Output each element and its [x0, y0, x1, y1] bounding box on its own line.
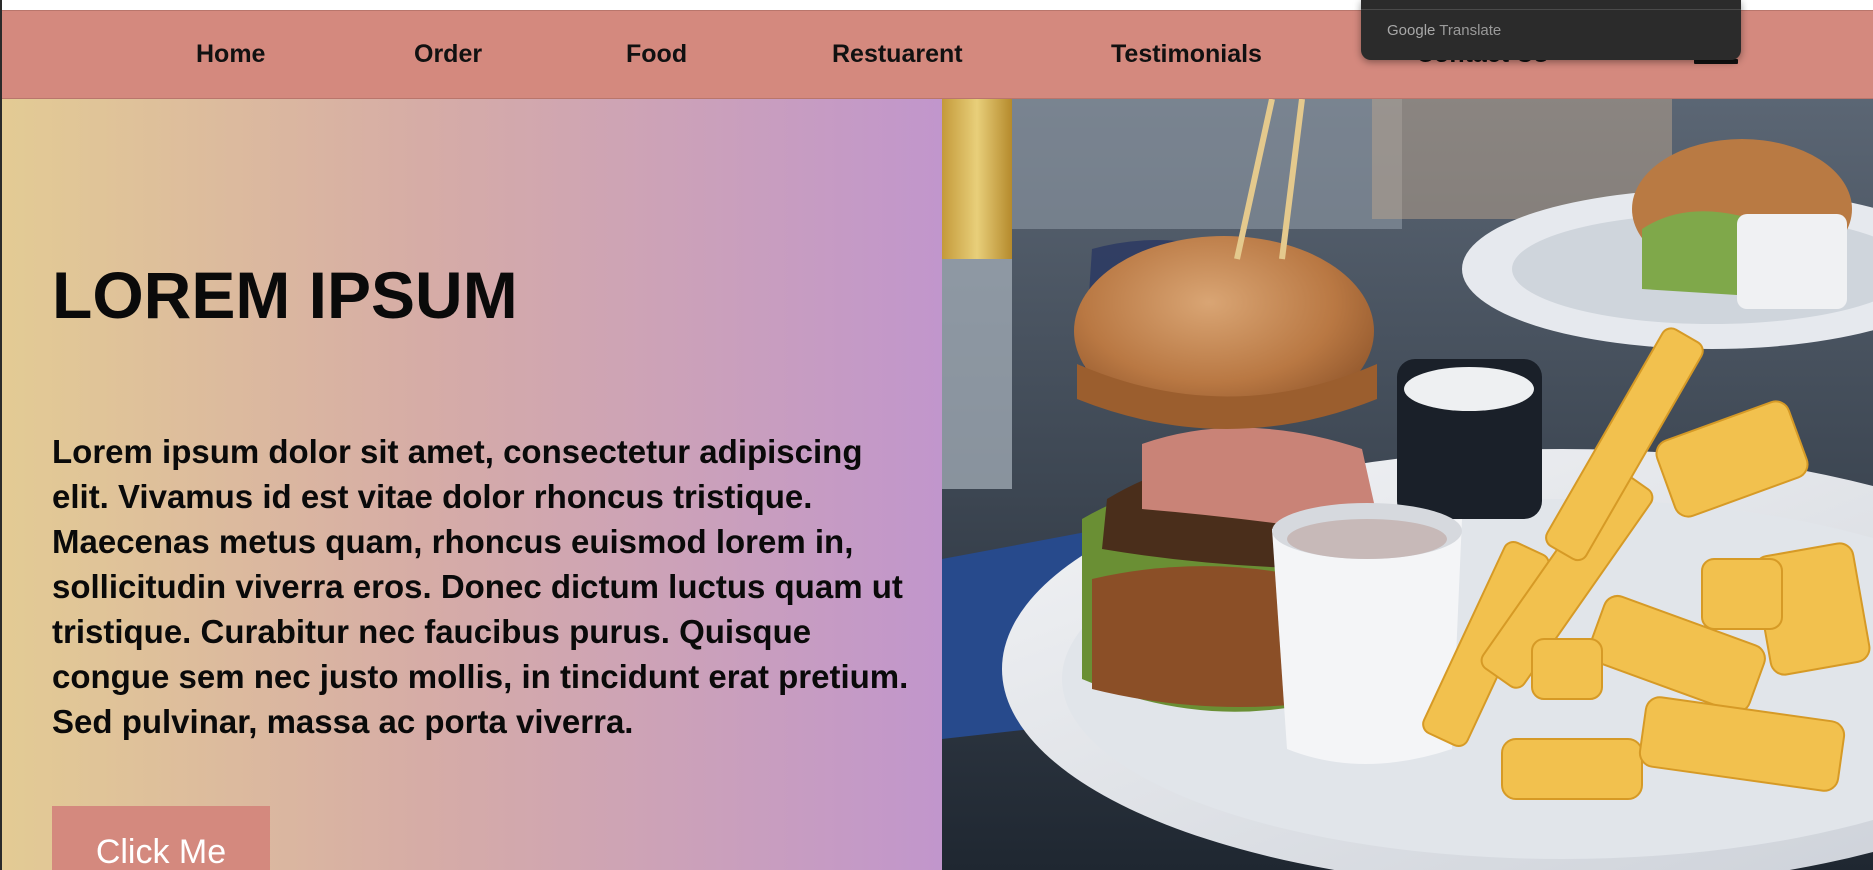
hero-title: LOREM IPSUM [52, 258, 518, 333]
food-photo-illustration [942, 99, 1873, 870]
translate-product-text: Translate [1439, 22, 1502, 39]
burger-and-fries-photo [942, 99, 1873, 870]
google-translate-popup: Google Translate [1361, 0, 1741, 60]
page: Home Order Food Restuarent Testimonials … [0, 0, 1873, 870]
popup-divider [1361, 9, 1741, 10]
google-brand-text: Google [1387, 22, 1436, 39]
nav-link-home[interactable]: Home [196, 39, 265, 69]
nav-link-order[interactable]: Order [414, 39, 482, 69]
hero-body-text: Lorem ipsum dolor sit amet, consectetur … [52, 433, 909, 740]
click-me-button[interactable]: Click Me [52, 806, 270, 870]
google-translate-link[interactable]: Google Translate [1387, 22, 1501, 39]
nav-link-food[interactable]: Food [626, 39, 687, 69]
nav-link-restaurant[interactable]: Restuarent [832, 39, 963, 69]
nav-link-testimonials[interactable]: Testimonials [1111, 39, 1262, 69]
